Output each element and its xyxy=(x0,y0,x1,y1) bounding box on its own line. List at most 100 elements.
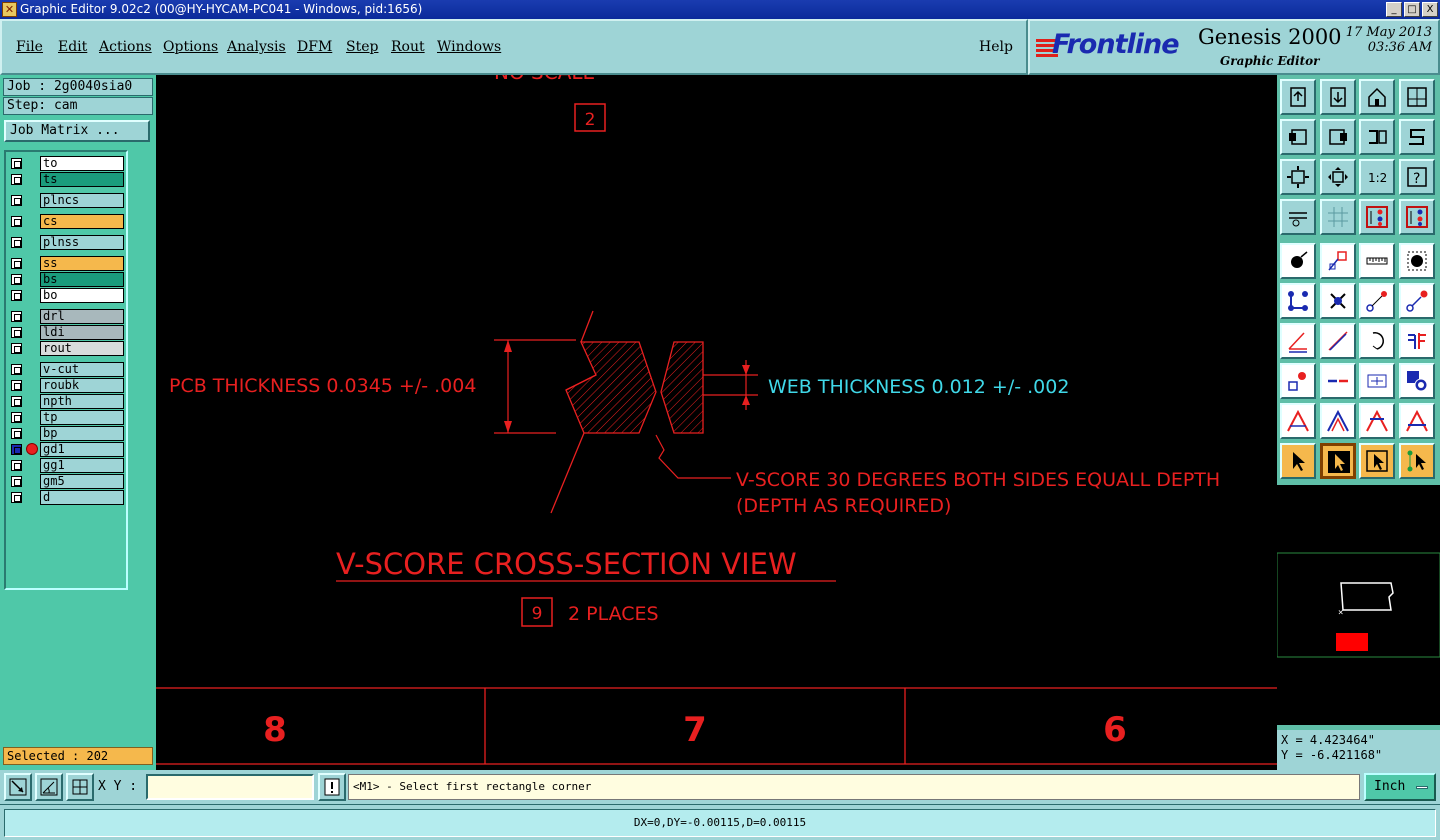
layer-row-rout[interactable]: rout xyxy=(8,341,126,356)
menu-dfm[interactable]: DFM xyxy=(297,39,332,55)
menu-windows[interactable]: Windows xyxy=(437,39,501,55)
maximize-button[interactable]: □ xyxy=(1404,2,1420,17)
layer-checkbox[interactable] xyxy=(11,258,22,269)
layer-checkbox[interactable] xyxy=(11,195,22,206)
layer-row-d[interactable]: d xyxy=(8,490,126,505)
tool-button-net[interactable] xyxy=(1280,283,1316,319)
xy-input[interactable] xyxy=(146,774,314,800)
layer-row-plnss[interactable]: plnss xyxy=(8,235,126,250)
layer-row-gg1[interactable]: gg1 xyxy=(8,458,126,473)
layer-name[interactable]: plncs xyxy=(40,193,124,208)
tool-button-scale-1-2[interactable]: 1:2 xyxy=(1359,159,1395,195)
layer-checkbox[interactable] xyxy=(11,428,22,439)
tool-button-connect[interactable] xyxy=(1359,283,1395,319)
tool-button-group[interactable] xyxy=(1399,363,1435,399)
layer-checkbox[interactable] xyxy=(11,216,22,227)
tool-button-pointer-box[interactable] xyxy=(1320,443,1356,479)
layer-name[interactable]: drl xyxy=(40,309,124,324)
layer-name[interactable]: npth xyxy=(40,394,124,409)
layer-name[interactable]: rout xyxy=(40,341,124,356)
grid-snap-button[interactable] xyxy=(66,773,94,801)
layer-row-roubk[interactable]: roubk xyxy=(8,378,126,393)
tool-button-home[interactable] xyxy=(1359,79,1395,115)
layer-row-bs[interactable]: bs xyxy=(8,272,126,287)
layer-name[interactable]: gg1 xyxy=(40,458,124,473)
layer-row-ts[interactable]: ts xyxy=(8,172,126,187)
layer-row-npth[interactable]: npth xyxy=(8,394,126,409)
graphic-canvas[interactable]: NO SCALE 2 PCB THICKNESS 0.0345 +/- .004… xyxy=(156,60,1277,770)
tool-button-snap[interactable] xyxy=(1399,119,1435,155)
layer-checkbox[interactable] xyxy=(11,412,22,423)
layer-name[interactable]: cs xyxy=(40,214,124,229)
snap-mode-button[interactable] xyxy=(4,773,32,801)
close-button[interactable]: X xyxy=(1422,2,1438,17)
layer-name[interactable]: v-cut xyxy=(40,362,124,377)
layer-row-v-cut[interactable]: v-cut xyxy=(8,362,126,377)
job-matrix-button[interactable]: Job Matrix ... xyxy=(4,120,150,142)
tool-button-snap-center[interactable] xyxy=(1359,363,1395,399)
tool-button-next[interactable] xyxy=(1320,119,1356,155)
tool-button-arch-blue[interactable] xyxy=(1320,403,1356,439)
tool-button-line-cut[interactable] xyxy=(1320,363,1356,399)
menu-help[interactable]: Help xyxy=(979,39,1013,55)
tool-button-measure[interactable] xyxy=(1359,243,1395,279)
tool-button-arc[interactable] xyxy=(1359,323,1395,359)
tool-button-cross[interactable] xyxy=(1320,283,1356,319)
layer-name[interactable]: ts xyxy=(40,172,124,187)
layer-checkbox[interactable] xyxy=(11,364,22,375)
layer-checkbox[interactable] xyxy=(11,343,22,354)
layer-checkbox[interactable] xyxy=(11,311,22,322)
tool-button-zoom-fit[interactable] xyxy=(1280,159,1316,195)
layer-name[interactable]: plnss xyxy=(40,235,124,250)
tool-button-arch-red-blue[interactable] xyxy=(1399,403,1435,439)
tool-button-connect-red[interactable] xyxy=(1399,283,1435,319)
menu-rout[interactable]: Rout xyxy=(391,39,425,55)
menu-actions[interactable]: Actions xyxy=(99,39,152,55)
units-dropdown[interactable]: Inch xyxy=(1364,773,1436,801)
tool-button-angle[interactable] xyxy=(1280,323,1316,359)
tool-button-prev[interactable] xyxy=(1280,119,1316,155)
layer-checkbox[interactable] xyxy=(11,380,22,391)
tool-button-swap[interactable] xyxy=(1359,119,1395,155)
tool-button-zoom-area[interactable] xyxy=(1320,159,1356,195)
layer-name[interactable]: tp xyxy=(40,410,124,425)
layer-row-to[interactable]: to xyxy=(8,156,126,171)
layer-row-tp[interactable]: tp xyxy=(8,410,126,425)
tool-button-settings[interactable] xyxy=(1280,199,1316,235)
tool-button-arch-red[interactable] xyxy=(1359,403,1395,439)
layer-name[interactable]: bs xyxy=(40,272,124,287)
layer-checkbox[interactable] xyxy=(11,396,22,407)
layer-checkbox[interactable] xyxy=(11,237,22,248)
tool-button-help[interactable]: ? xyxy=(1399,159,1435,195)
layer-row-ldi[interactable]: ldi xyxy=(8,325,126,340)
minimize-button[interactable]: _ xyxy=(1386,2,1402,17)
tool-button-save-step[interactable] xyxy=(1320,79,1356,115)
tool-button-arch[interactable] xyxy=(1280,403,1316,439)
layer-name[interactable]: ldi xyxy=(40,325,124,340)
menu-step[interactable]: Step xyxy=(346,39,378,55)
layer-checkbox[interactable] xyxy=(11,327,22,338)
layer-row-ss[interactable]: ss xyxy=(8,256,126,271)
layer-name[interactable]: d xyxy=(40,490,124,505)
layer-checkbox[interactable] xyxy=(11,174,22,185)
tool-button-window[interactable] xyxy=(1399,79,1435,115)
layer-row-drl[interactable]: drl xyxy=(8,309,126,324)
tool-button-dot[interactable] xyxy=(1399,243,1435,279)
tool-button-slope[interactable] xyxy=(1320,323,1356,359)
tool-button-split[interactable] xyxy=(1399,323,1435,359)
tool-button-layers-blue[interactable] xyxy=(1399,199,1435,235)
layer-checkbox[interactable] xyxy=(11,274,22,285)
layer-row-plncs[interactable]: plncs xyxy=(8,193,126,208)
overview-map[interactable]: × xyxy=(1276,485,1440,725)
tool-button-grid[interactable] xyxy=(1320,199,1356,235)
tool-button-line-draw[interactable] xyxy=(1320,243,1356,279)
angle-snap-button[interactable] xyxy=(35,773,63,801)
menu-options[interactable]: Options xyxy=(163,39,218,55)
layer-name[interactable]: ss xyxy=(40,256,124,271)
layer-name[interactable]: gd1 xyxy=(40,442,124,457)
menu-analysis[interactable]: Analysis xyxy=(227,39,286,55)
layer-row-cs[interactable]: cs xyxy=(8,214,126,229)
menu-file[interactable]: File xyxy=(16,39,43,55)
layer-row-bp[interactable]: bp xyxy=(8,426,126,441)
tool-button-pointer-net[interactable] xyxy=(1399,443,1435,479)
